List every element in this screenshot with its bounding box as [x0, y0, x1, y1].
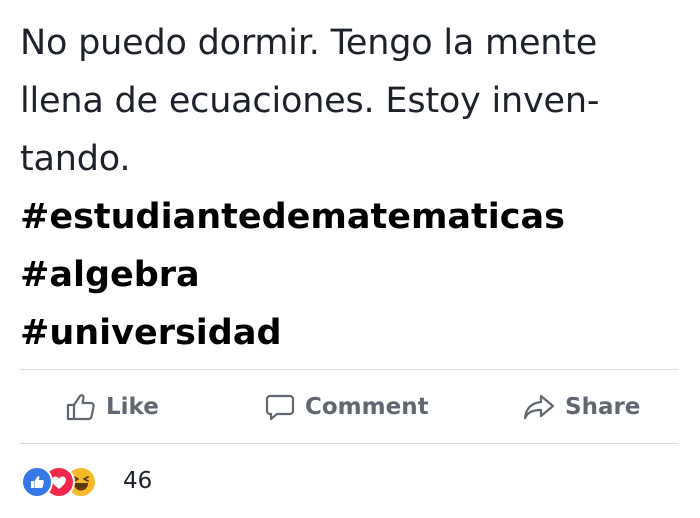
- share-arrow-icon: [523, 393, 555, 421]
- post-actions-bar: Like Comment Share: [20, 370, 678, 443]
- reactions-summary[interactable]: 46: [21, 466, 153, 498]
- share-label: Share: [565, 393, 641, 420]
- post-text-line: llena de ecuaciones. Estoy inven-: [20, 81, 600, 121]
- reaction-count: 46: [123, 468, 153, 494]
- divider: [20, 443, 678, 444]
- post-text-line: No puedo dormir. Tengo la mente: [20, 23, 598, 63]
- speech-bubble-icon: [265, 393, 295, 421]
- like-label: Like: [106, 393, 159, 420]
- thumbs-up-icon: [66, 393, 96, 421]
- share-button[interactable]: Share: [523, 370, 640, 443]
- like-button[interactable]: Like: [66, 370, 159, 443]
- comment-label: Comment: [305, 393, 429, 420]
- post-body: No puedo dormir. Tengo la mente llena de…: [20, 14, 685, 362]
- comment-button[interactable]: Comment: [265, 370, 429, 443]
- hashtag-link[interactable]: #algebra: [20, 246, 685, 304]
- post-text-line: tando.: [20, 139, 131, 179]
- hashtag-link[interactable]: #universidad: [20, 304, 685, 362]
- hashtag-link[interactable]: #estudiantedematematicas: [20, 188, 685, 246]
- reaction-icons: [21, 466, 113, 498]
- like-reaction-icon: [21, 466, 53, 498]
